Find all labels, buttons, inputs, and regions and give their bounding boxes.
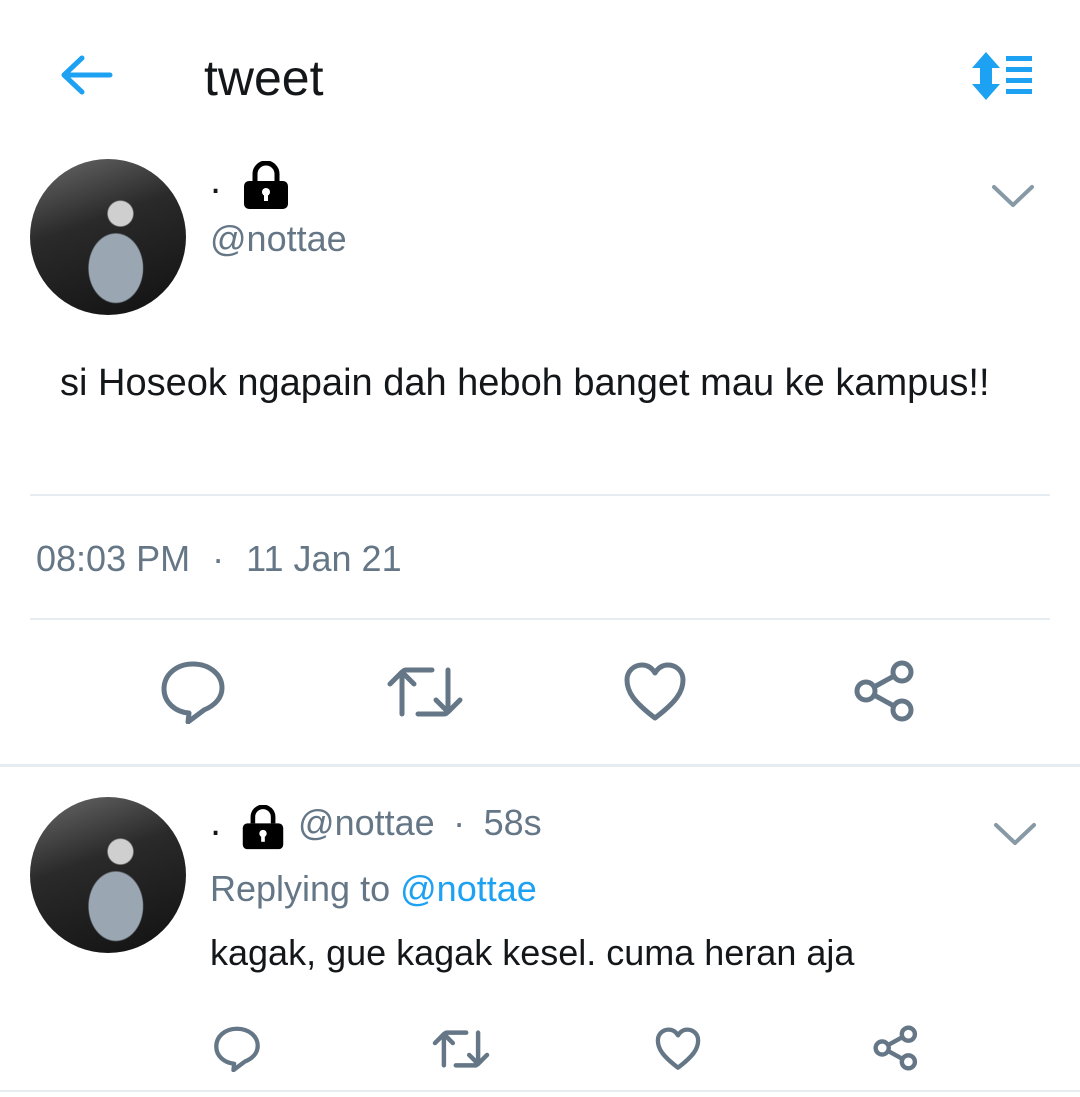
reply-icon <box>161 661 225 725</box>
reply-header-row: . @nottae · 58s <box>210 802 542 856</box>
reply-like-button[interactable] <box>654 1026 702 1077</box>
reply-reply-button[interactable] <box>212 1024 262 1077</box>
retweet-icon <box>432 1030 490 1068</box>
chevron-down-icon <box>992 185 1034 207</box>
author-name-row: . <box>210 160 290 216</box>
page-title: tweet <box>204 50 324 106</box>
avatar[interactable] <box>30 159 186 315</box>
reply-retweet-button[interactable] <box>432 1028 490 1075</box>
replying-to: Replying to @nottae <box>210 868 537 910</box>
author-handle[interactable]: @nottae <box>210 218 347 260</box>
reply-text: kagak, gue kagak kesel. cuma heran aja <box>210 932 855 973</box>
sort-list-icon <box>972 52 1032 100</box>
reply-icon <box>214 1026 260 1073</box>
reply-button[interactable] <box>158 658 228 729</box>
reply-menu-button[interactable] <box>992 820 1038 853</box>
reply-age: 58s <box>483 802 542 843</box>
back-button[interactable] <box>56 50 116 100</box>
tweet-date: 11 Jan 21 <box>246 538 402 579</box>
tweet-time: 08:03 PM <box>36 538 191 579</box>
tweet-timestamp: 08:03 PM · 11 Jan 21 <box>36 538 402 580</box>
tweet-text: si Hoseok ngapain dah heboh banget mau k… <box>60 362 990 404</box>
replying-to-label: Replying to <box>210 868 391 909</box>
replying-to-handle[interactable]: @nottae <box>400 868 537 909</box>
heart-icon <box>655 1027 701 1070</box>
retweet-button[interactable] <box>386 664 464 725</box>
chevron-down-icon <box>994 823 1036 845</box>
like-button[interactable] <box>622 660 688 729</box>
retweet-icon <box>387 667 463 717</box>
tweet-menu-button[interactable] <box>990 182 1036 215</box>
reply-handle[interactable]: @nottae <box>298 802 435 843</box>
heart-icon <box>624 662 686 721</box>
reply-share-button[interactable] <box>872 1024 920 1077</box>
meta-separator: · <box>453 802 466 843</box>
divider <box>30 494 1050 496</box>
lock-icon <box>240 804 286 856</box>
lock-icon <box>242 160 290 216</box>
meta-separator: · <box>212 538 225 579</box>
section-divider <box>0 764 1080 767</box>
display-name: . <box>210 158 222 202</box>
divider <box>0 1090 1080 1092</box>
reply-display-name: . <box>210 800 222 844</box>
share-button[interactable] <box>852 658 918 729</box>
divider <box>30 618 1050 620</box>
arrow-left-icon <box>61 55 113 95</box>
share-icon <box>854 660 914 722</box>
sort-button[interactable] <box>966 48 1038 104</box>
share-icon <box>873 1025 918 1071</box>
reply-avatar[interactable] <box>30 797 186 953</box>
